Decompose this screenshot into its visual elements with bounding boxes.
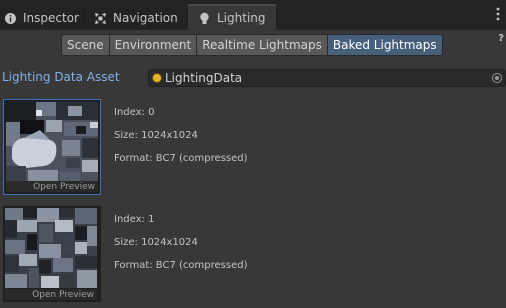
more-options-icon[interactable] — [496, 7, 500, 21]
tab-label: Navigation — [113, 11, 178, 25]
mode-environment-button[interactable]: Environment — [108, 34, 198, 56]
mode-realtime-lightmaps-button[interactable]: Realtime Lightmaps — [196, 34, 328, 56]
lighting-mode-toolbar: Scene Environment Realtime Lightmaps Bak… — [61, 34, 443, 56]
lightmap-size: Size: 1024x1024 — [114, 237, 198, 248]
lightmap-format: Format: BC7 (compressed) — [114, 260, 248, 271]
tab-label: Lighting — [217, 11, 266, 25]
help-icon[interactable]: ? — [498, 33, 504, 44]
lightbulb-icon — [198, 12, 211, 25]
lightmap-thumbnail[interactable]: Open Preview — [3, 206, 101, 302]
object-picker-icon[interactable] — [492, 73, 502, 83]
open-preview-button[interactable]: Open Preview — [6, 181, 98, 192]
lightmap-preview-image — [5, 208, 97, 288]
window-tab-bar: Inspector Navigation Lighting — [0, 0, 506, 32]
lighting-data-asset-value: LightingData — [165, 71, 243, 85]
open-preview-button[interactable]: Open Preview — [5, 289, 97, 300]
mode-baked-lightmaps-button[interactable]: Baked Lightmaps — [326, 34, 443, 56]
tab-divider — [84, 8, 85, 26]
lightmap-index: Index: 0 — [114, 107, 155, 118]
mode-scene-button[interactable]: Scene — [61, 34, 110, 56]
lighting-data-asset-field[interactable]: LightingData — [148, 69, 506, 87]
info-icon — [4, 12, 17, 25]
lightmap-size: Size: 1024x1024 — [114, 130, 198, 141]
tab-inspector[interactable]: Inspector — [4, 6, 79, 30]
navigation-icon — [94, 12, 107, 25]
lightmap-thumbnail[interactable]: Open Preview — [3, 99, 101, 195]
lightmap-index: Index: 1 — [114, 214, 155, 225]
lighting-data-asset-label: Lighting Data Asset — [2, 70, 120, 84]
tab-divider — [276, 8, 277, 26]
tab-navigation[interactable]: Navigation — [94, 6, 178, 30]
lighting-data-asset-icon — [152, 73, 162, 83]
tab-divider — [187, 8, 188, 26]
lightmap-preview-image — [6, 102, 98, 182]
tab-label: Inspector — [23, 11, 79, 25]
tab-lighting[interactable]: Lighting — [198, 6, 266, 30]
lightmap-format: Format: BC7 (compressed) — [114, 153, 248, 164]
